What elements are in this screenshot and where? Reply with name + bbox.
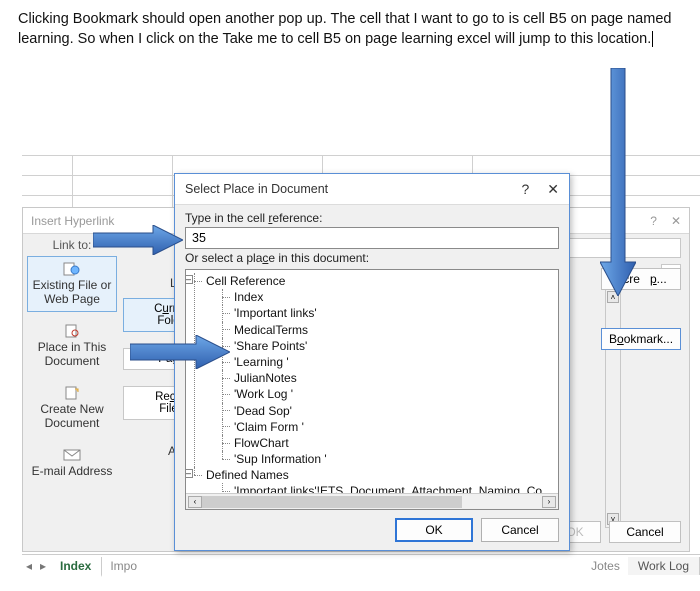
- linkto-create-new[interactable]: Create New Document: [27, 380, 117, 436]
- hyperlink-cancel-button[interactable]: Cancel: [609, 521, 681, 543]
- place-ok-button[interactable]: OK: [395, 518, 473, 542]
- place-cancel-button[interactable]: Cancel: [481, 518, 559, 542]
- close-icon[interactable]: ✕: [547, 181, 559, 198]
- text-cursor: [652, 31, 653, 47]
- scroll-left-icon[interactable]: ‹: [188, 496, 202, 508]
- help-icon[interactable]: ?: [521, 181, 529, 197]
- help-icon[interactable]: ?: [650, 214, 657, 228]
- tree-sheet-item[interactable]: MedicalTerms: [222, 322, 554, 338]
- annotation-arrow-icon: [93, 225, 183, 255]
- sheet-tab-worklog[interactable]: Work Log: [628, 557, 700, 575]
- sheet-tab-fragment[interactable]: Jotes: [583, 557, 628, 575]
- tree-sheet-item[interactable]: 'Claim Form ': [222, 419, 554, 435]
- select-place-title: Select Place in Document: [185, 182, 328, 196]
- tab-nav-next-icon[interactable]: ▸: [36, 559, 50, 573]
- annotation-arrow-icon: [130, 335, 230, 369]
- tree-sheet-item[interactable]: Index: [222, 289, 554, 305]
- collapse-icon[interactable]: –: [186, 469, 193, 478]
- tree-cell-reference[interactable]: – Cell Reference Index 'Important links'…: [194, 273, 554, 467]
- tree-sheet-item[interactable]: 'Important links': [222, 305, 554, 321]
- tree-sheet-item[interactable]: 'Learning ': [222, 354, 554, 370]
- tree-sheet-item[interactable]: 'Share Points': [222, 338, 554, 354]
- tree-sheet-item[interactable]: 'Work Log ': [222, 386, 554, 402]
- or-select-label: Or select a place in this document:: [185, 251, 559, 265]
- tree-h-scrollbar[interactable]: ‹ ›: [186, 493, 558, 509]
- close-icon[interactable]: ✕: [671, 214, 681, 228]
- tree-sheet-item[interactable]: FlowChart: [222, 435, 554, 451]
- new-document-icon: [63, 386, 81, 400]
- tree-sheet-item[interactable]: JulianNotes: [222, 370, 554, 386]
- linkto-existing-file[interactable]: Existing File or Web Page: [27, 256, 117, 312]
- globe-page-icon: [63, 262, 81, 276]
- cell-reference-label: Type in the cell reference:: [185, 211, 559, 225]
- file-list-scrollbar[interactable]: ˄ ˅: [605, 288, 621, 528]
- tree-sheet-item[interactable]: 'Sup Information ': [222, 451, 554, 467]
- bookmark-button[interactable]: Bookmark...: [601, 328, 681, 350]
- select-place-dialog: Select Place in Document ? ✕ Type in the…: [174, 173, 570, 551]
- instruction-text: Clicking Bookmark should open another po…: [0, 0, 700, 59]
- select-place-titlebar[interactable]: Select Place in Document ? ✕: [175, 174, 569, 204]
- tree-sheet-item[interactable]: 'Dead Sop': [222, 403, 554, 419]
- collapse-icon[interactable]: –: [186, 275, 193, 284]
- tab-nav-prev-icon[interactable]: ◂: [22, 559, 36, 573]
- envelope-icon: [63, 448, 81, 462]
- scroll-right-icon[interactable]: ›: [542, 496, 556, 508]
- cell-reference-input[interactable]: [185, 227, 559, 249]
- place-tree[interactable]: – Cell Reference Index 'Important links'…: [185, 269, 559, 510]
- sheet-tab-bar: ◂ ▸ Index Impo Jotes Work Log: [22, 554, 700, 576]
- sheet-tab-index[interactable]: Index: [50, 557, 102, 577]
- linkto-email[interactable]: E-mail Address: [27, 442, 117, 484]
- sheet-tab-fragment[interactable]: Impo: [102, 557, 145, 575]
- document-target-icon: [63, 324, 81, 338]
- linkto-place-in-doc[interactable]: Place in This Document: [27, 318, 117, 374]
- annotation-arrow-icon: [600, 68, 636, 296]
